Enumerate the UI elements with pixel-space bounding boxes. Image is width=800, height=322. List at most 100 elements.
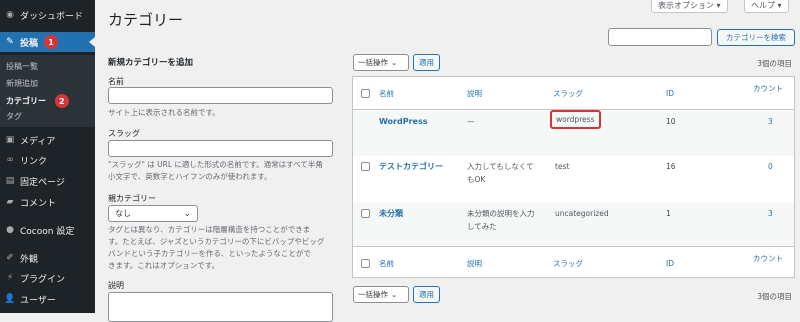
column-name[interactable]: 名前 xyxy=(379,87,394,100)
row-checkbox[interactable] xyxy=(361,209,370,218)
sidebar-item-users[interactable]: 👤 ユーザー xyxy=(0,290,95,308)
pages-icon: ▤ xyxy=(5,176,15,186)
posts-submenu: 投稿一覧 新規追加 カテゴリー 2 タグ xyxy=(0,55,95,127)
select-all-checkbox[interactable] xyxy=(361,259,370,268)
category-slug: test xyxy=(555,162,570,171)
apply-button[interactable]: 適用 xyxy=(413,54,440,71)
column-count[interactable]: カウント xyxy=(753,82,783,95)
column-description[interactable]: 説明 xyxy=(467,87,482,100)
sidebar-item-appearance[interactable]: ✐ 外観 xyxy=(0,249,95,267)
sidebar-item-label: メディア xyxy=(20,136,56,147)
name-label: 名前 xyxy=(108,77,124,86)
chevron-down-icon: ⌄ xyxy=(183,208,191,219)
plugin-icon: ⚡ xyxy=(6,273,14,283)
items-count-bottom: 3個の項目 xyxy=(757,292,792,301)
admin-sidebar: ◉ ダッシュボード ✎ 投稿 1 投稿一覧 新規追加 カテゴリー 2 タグ ▣ … xyxy=(0,0,95,313)
chevron-down-icon: ⌄ xyxy=(391,290,398,299)
table-footer-row: 名前 説明 スラッグ ID カウント xyxy=(353,246,794,279)
help-line: タグとは異なり、カテゴリーは階層構造を持つことができま xyxy=(108,225,311,234)
row-checkbox[interactable] xyxy=(361,162,370,171)
help-button[interactable]: ヘルプ ▾ xyxy=(744,0,789,13)
column-slug[interactable]: スラッグ xyxy=(553,257,583,270)
sidebar-sub-categories[interactable]: カテゴリー 2 xyxy=(6,94,69,108)
category-description: — xyxy=(467,117,475,126)
column-slug[interactable]: スラッグ xyxy=(553,87,583,100)
sidebar-item-label: コメント xyxy=(20,198,57,209)
sidebar-item-plugins[interactable]: ⚡ プラグイン xyxy=(0,269,95,287)
table-row: テストカテゴリー 入力してもしなくて もOK test 16 0 xyxy=(353,156,794,203)
category-slug: uncategorized xyxy=(555,209,609,218)
search-categories-button[interactable]: カテゴリーを検索 xyxy=(717,29,795,46)
sidebar-sub-add-new[interactable]: 新規追加 xyxy=(6,78,38,89)
sidebar-item-dashboard[interactable]: ◉ ダッシュボード xyxy=(0,6,95,24)
sidebar-item-label: 固定ページ xyxy=(20,177,65,188)
sidebar-item-label: リンク xyxy=(20,156,48,167)
table-row: 未分類 未分類の説明を入力 してみた uncategorized 1 3 xyxy=(353,203,794,246)
name-input[interactable] xyxy=(108,87,333,104)
help-line: バンドという子カテゴリーを作る、といったようなことがで xyxy=(108,249,311,258)
help-line: "スラッグ" は URL に適した形式の名前です。通常はすべて半角 xyxy=(108,160,323,169)
column-id[interactable]: ID xyxy=(666,87,674,100)
category-description: 入力してもしなくて もOK xyxy=(467,160,559,186)
help-line: 小文字で、英数字とハイフンのみが使われます。 xyxy=(108,172,272,181)
category-count-link[interactable]: 0 xyxy=(768,160,773,173)
description-line: 入力してもしなくて xyxy=(467,162,534,171)
category-id: 16 xyxy=(666,162,676,171)
sidebar-item-media[interactable]: ▣ メディア xyxy=(0,131,95,149)
select-all-checkbox[interactable] xyxy=(361,89,370,98)
column-count[interactable]: カウント xyxy=(753,252,783,265)
page-title: カテゴリー xyxy=(108,11,184,29)
name-help: サイト上に表示される名前です。 xyxy=(108,108,220,117)
category-count-link[interactable]: 3 xyxy=(768,207,773,220)
bulk-actions-select[interactable]: 一括操作 ⌄ xyxy=(353,54,409,71)
sidebar-item-cocoon[interactable]: ● Cocoon 設定 xyxy=(0,221,95,239)
help-line: きます。これはオプションです。 xyxy=(108,261,219,270)
description-textarea[interactable] xyxy=(108,292,333,322)
parent-help: タグとは異なり、カテゴリーは階層構造を持つことができま す。たとえば、ジャズとい… xyxy=(108,224,348,272)
bulk-actions-select-bottom[interactable]: 一括操作 ⌄ xyxy=(353,286,409,303)
column-name[interactable]: 名前 xyxy=(379,257,394,270)
comment-icon: ▰ xyxy=(6,197,14,207)
sidebar-item-label: Cocoon 設定 xyxy=(20,226,75,237)
sidebar-item-posts[interactable]: ✎ 投稿 1 xyxy=(0,32,95,52)
slug-input[interactable] xyxy=(108,140,333,157)
description-line: してみた xyxy=(467,222,497,231)
items-count: 3個の項目 xyxy=(757,59,792,68)
parent-label: 親カテゴリー xyxy=(108,194,156,203)
slug-help: "スラッグ" は URL に適した形式の名前です。通常はすべて半角 小文字で、英… xyxy=(108,159,348,183)
category-slug: wordpress xyxy=(550,110,601,129)
category-count-link[interactable]: 3 xyxy=(768,115,773,128)
sidebar-item-label: ダッシュボード xyxy=(20,11,84,22)
sidebar-item-label: カテゴリー xyxy=(6,96,46,106)
category-id: 1 xyxy=(666,209,671,218)
help-line: す。たとえば、ジャズというカテゴリーの下にビバップやビッグ xyxy=(108,237,325,246)
parent-select[interactable]: なし ⌄ xyxy=(108,205,198,222)
category-search-input[interactable] xyxy=(608,28,712,46)
bulk-actions-value: 一括操作 xyxy=(358,58,388,67)
category-name-link[interactable]: 未分類 xyxy=(379,207,403,220)
parent-select-value: なし xyxy=(115,209,131,218)
description-line: 未分類の説明を入力 xyxy=(467,209,535,218)
annotation-badge: 1 xyxy=(44,35,59,49)
slug-label: スラッグ xyxy=(108,129,140,138)
apply-button-bottom[interactable]: 適用 xyxy=(413,286,440,303)
category-description: 未分類の説明を入力 してみた xyxy=(467,207,559,233)
media-icon: ▣ xyxy=(5,135,15,145)
sidebar-item-pages[interactable]: ▤ 固定ページ xyxy=(0,172,95,190)
screen-options-button[interactable]: 表示オプション ▾ xyxy=(651,0,728,13)
categories-table: 名前 説明 スラッグ ID カウント WordPress — wordpress… xyxy=(352,76,795,278)
pin-icon: ✎ xyxy=(6,37,14,47)
sidebar-sub-all-posts[interactable]: 投稿一覧 xyxy=(6,61,38,72)
annotation-badge: 2 xyxy=(54,94,69,108)
sidebar-item-links[interactable]: ∞ リンク xyxy=(0,151,95,169)
sidebar-sub-tags[interactable]: タグ xyxy=(6,111,22,122)
sidebar-item-label: 投稿 xyxy=(20,38,39,49)
brush-icon: ✐ xyxy=(6,253,14,263)
sidebar-item-label: 外観 xyxy=(20,254,39,265)
user-icon: 👤 xyxy=(4,294,16,304)
column-id[interactable]: ID xyxy=(666,257,674,270)
category-name-link[interactable]: WordPress xyxy=(379,115,427,128)
column-description[interactable]: 説明 xyxy=(467,257,482,270)
sidebar-item-comments[interactable]: ▰ コメント xyxy=(0,193,95,211)
category-name-link[interactable]: テストカテゴリー xyxy=(379,160,443,173)
